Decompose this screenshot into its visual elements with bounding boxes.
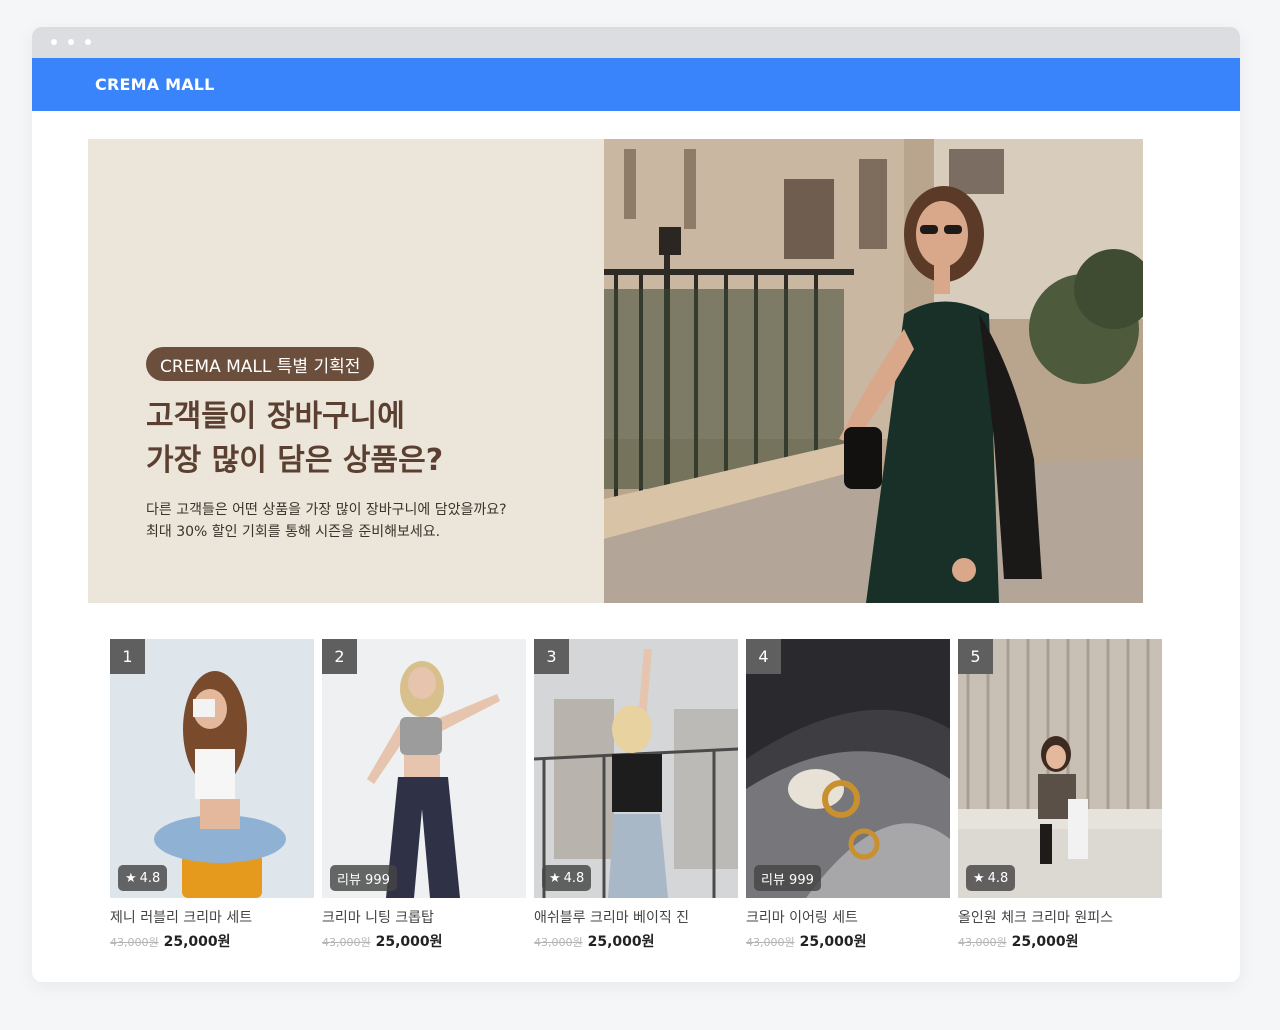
original-price: 43,000원	[322, 936, 371, 949]
browser-window: CREMA MALL CREMA MALL 특별 기획전 고객들이 장바구니에 …	[32, 27, 1240, 982]
product-photo	[110, 639, 314, 898]
hero-title: 고객들이 장바구니에 가장 많이 담은 상품은?	[146, 395, 576, 483]
star-icon: ★	[973, 870, 985, 886]
price-row: 43,000원 25,000원	[958, 931, 1162, 951]
product-card[interactable]: 4 리뷰 999 크리마 이어링 세트 43,000원 25,000원	[746, 639, 950, 951]
original-price: 43,000원	[958, 936, 1007, 949]
price-row: 43,000원 25,000원	[534, 931, 738, 951]
review-tag: 리뷰 999	[754, 865, 821, 891]
rank-badge: 5	[958, 639, 993, 674]
product-image[interactable]: 2 리뷰 999	[322, 639, 526, 898]
rank-badge: 2	[322, 639, 357, 674]
window-dot-icon	[51, 39, 57, 45]
hero-text-panel: CREMA MALL 특별 기획전 고객들이 장바구니에 가장 많이 담은 상품…	[88, 139, 604, 603]
review-count: 리뷰 999	[337, 872, 390, 888]
hero-description-line: 최대 30% 할인 기회를 통해 시즌을 준비해보세요.	[146, 524, 441, 540]
hero-photo-illustration	[604, 139, 1143, 603]
window-dot-icon	[68, 39, 74, 45]
top-navbar: CREMA MALL	[32, 58, 1240, 111]
product-card[interactable]: 2 리뷰 999 크리마 니팅 크롭탑 43,000원 25,000원	[322, 639, 526, 951]
price-row: 43,000원 25,000원	[322, 931, 526, 951]
product-name[interactable]: 애쉬블루 크리마 베이직 진	[534, 907, 738, 927]
rating-tag: ★ 4.8	[542, 865, 592, 891]
star-icon: ★	[125, 870, 137, 886]
product-card[interactable]: 1 ★ 4.8 제니 러블리 크리마 세트 43,000원 25,000원	[110, 639, 314, 951]
sale-price: 25,000원	[587, 934, 655, 950]
rating-tag: ★ 4.8	[966, 865, 1016, 891]
hero-banner[interactable]: CREMA MALL 특별 기획전 고객들이 장바구니에 가장 많이 담은 상품…	[88, 139, 1143, 603]
review-tag: 리뷰 999	[330, 865, 397, 891]
rank-badge: 1	[110, 639, 145, 674]
hero-title-line: 가장 많이 담은 상품은?	[146, 443, 444, 478]
rank-badge: 4	[746, 639, 781, 674]
product-image[interactable]: 3 ★ 4.8	[534, 639, 738, 898]
rating-value: 4.8	[563, 870, 585, 886]
original-price: 43,000원	[110, 936, 159, 949]
brand-logo[interactable]: CREMA MALL	[95, 75, 215, 94]
hero-description: 다른 고객들은 어떤 상품을 가장 많이 장바구니에 담았을까요? 최대 30%…	[146, 499, 566, 543]
original-price: 43,000원	[534, 936, 583, 949]
price-row: 43,000원 25,000원	[746, 931, 950, 951]
product-card[interactable]: 3 ★ 4.8 애쉬블루 크리마 베이직 진 43,000원 25,000원	[534, 639, 738, 951]
product-photo	[322, 639, 526, 898]
review-count: 리뷰 999	[761, 872, 814, 888]
product-photo	[534, 639, 738, 898]
product-photo	[958, 639, 1162, 898]
hero-badge: CREMA MALL 특별 기획전	[146, 347, 375, 381]
rating-tag: ★ 4.8	[118, 865, 168, 891]
star-icon: ★	[549, 870, 561, 886]
sale-price: 25,000원	[1011, 934, 1079, 950]
rank-badge: 3	[534, 639, 569, 674]
hero-title-line: 고객들이 장바구니에	[146, 399, 405, 434]
product-image[interactable]: 1 ★ 4.8	[110, 639, 314, 898]
hero-description-line: 다른 고객들은 어떤 상품을 가장 많이 장바구니에 담았을까요?	[146, 502, 507, 518]
price-row: 43,000원 25,000원	[110, 931, 314, 951]
product-name[interactable]: 제니 러블리 크리마 세트	[110, 907, 314, 927]
window-titlebar	[32, 27, 1240, 58]
sale-price: 25,000원	[375, 934, 443, 950]
rating-value: 4.8	[987, 870, 1009, 886]
product-name[interactable]: 크리마 이어링 세트	[746, 907, 950, 927]
product-name[interactable]: 올인원 체크 크리마 원피스	[958, 907, 1162, 927]
product-card[interactable]: 5 ★ 4.8 올인원 체크 크리마 원피스 43,000원 25,000원	[958, 639, 1162, 951]
product-name[interactable]: 크리마 니팅 크롭탑	[322, 907, 526, 927]
original-price: 43,000원	[746, 936, 795, 949]
sale-price: 25,000원	[799, 934, 867, 950]
rating-value: 4.8	[139, 870, 161, 886]
product-image[interactable]: 5 ★ 4.8	[958, 639, 1162, 898]
hero-image	[604, 139, 1143, 603]
window-dot-icon	[85, 39, 91, 45]
sale-price: 25,000원	[163, 934, 231, 950]
product-photo	[746, 639, 950, 898]
product-list: 1 ★ 4.8 제니 러블리 크리마 세트 43,000원 25,000원 2 …	[110, 639, 1162, 951]
product-image[interactable]: 4 리뷰 999	[746, 639, 950, 898]
